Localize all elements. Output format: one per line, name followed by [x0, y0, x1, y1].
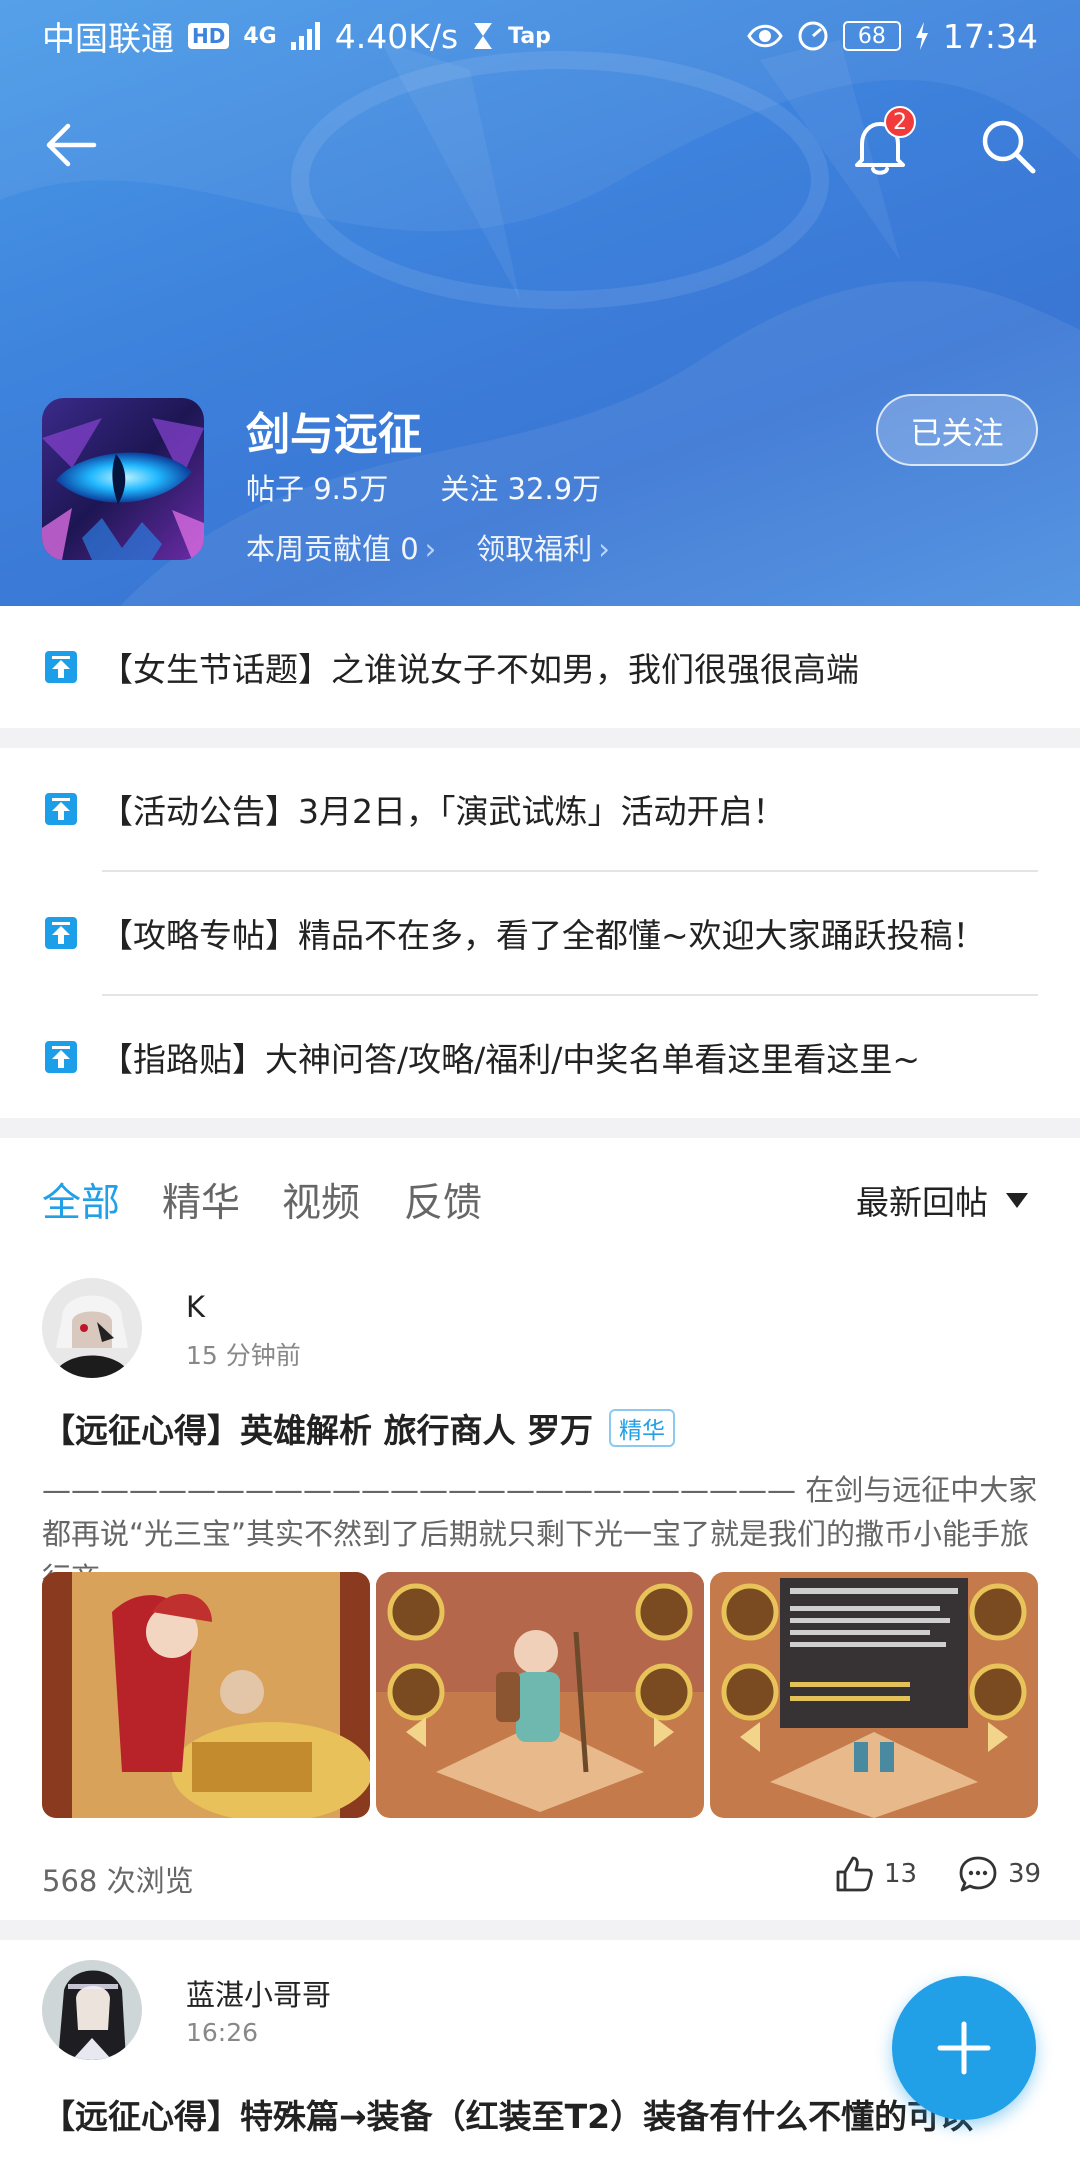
forum-header: 中国联通 HD 4G 4.40K/s Tap 68 17:34 2 剑与远征 帖…: [0, 0, 1080, 606]
post-title[interactable]: 【远征心得】特殊篇→装备（红装至T2）装备有什么不懂的可以: [42, 2090, 973, 2138]
pinned-item[interactable]: 【活动公告】3月2日，「演武试炼」活动开启！: [0, 748, 1080, 870]
signal-icon: [290, 22, 320, 50]
chevron-right-icon: ›: [598, 532, 610, 566]
forum-name: 剑与远征: [246, 409, 422, 460]
game-art-image: [376, 1572, 704, 1818]
pinned-topic-list: 【活动公告】3月2日，「演武试炼」活动开启！ 【攻略专帖】精品不在多，看了全都懂…: [0, 748, 1080, 1118]
thumbs-up-icon: [836, 1856, 873, 1892]
post-count: 帖子 9.5万: [246, 472, 389, 506]
featured-tag: 精华: [608, 1409, 675, 1447]
eye-icon: [747, 24, 783, 48]
pin-top-icon: [45, 793, 77, 825]
dragon-eye-icon: [42, 398, 204, 560]
hourglass-icon: [474, 23, 493, 49]
status-bar: 中国联通 HD 4G 4.40K/s Tap 68 17:34: [0, 0, 1080, 72]
post-image[interactable]: [42, 1572, 370, 1818]
welfare-label: 领取福利: [476, 532, 593, 566]
back-arrow-icon: [46, 123, 97, 167]
notification-button[interactable]: 2: [842, 106, 918, 186]
new-post-button[interactable]: [892, 1976, 1036, 2120]
post-title[interactable]: 【远征心得】英雄解析 旅行商人 罗万 精华: [42, 1404, 675, 1452]
pinned-title: 【攻略专帖】精品不在多，看了全都懂~欢迎大家踊跃投稿！: [100, 916, 986, 955]
sort-label: 最新回帖: [856, 1183, 988, 1222]
network-label: 4G: [243, 23, 277, 49]
welfare-link[interactable]: 领取福利 ›: [476, 526, 610, 568]
post-image[interactable]: [710, 1572, 1038, 1818]
top-nav: 2: [0, 100, 1080, 190]
pin-top-icon: [45, 917, 77, 949]
post-separator: [0, 1920, 1080, 1940]
author-name[interactable]: 蓝湛小哥哥: [186, 1972, 331, 2014]
charging-icon: [915, 22, 928, 50]
back-button[interactable]: [36, 110, 106, 180]
chevron-right-icon: ›: [424, 532, 437, 566]
avatar[interactable]: [42, 1278, 142, 1378]
avatar-image: [42, 1960, 142, 2060]
forum-stats: 帖子 9.5万 关注 32.9万: [246, 466, 601, 508]
game-art-image: [710, 1572, 1038, 1818]
weekly-contribution-label: 本周贡献值 0: [246, 532, 419, 566]
dropdown-triangle-icon: [1006, 1192, 1028, 1208]
tab-video[interactable]: 视频: [282, 1172, 360, 1228]
follower-count: 关注 32.9万: [440, 472, 602, 506]
plus-icon: [937, 2021, 991, 2075]
feed-tabs: 全部 精华 视频 反馈 最新回帖: [0, 1138, 1080, 1258]
tap-label: Tap: [508, 23, 551, 49]
pinned-title: 【指路贴】大神问答/攻略/福利/中奖名单看这里看这里~: [100, 1040, 921, 1079]
pinned-item[interactable]: 【女生节话题】之谁说女子不如男，我们很强很高端: [0, 606, 1080, 728]
tab-all[interactable]: 全部: [42, 1172, 120, 1228]
view-count: 568 次浏览: [42, 1864, 194, 1898]
carrier-label: 中国联通: [42, 19, 174, 58]
game-art-image: [42, 1572, 370, 1818]
post-time: 15 分钟前: [186, 1341, 301, 1370]
follow-button[interactable]: 已关注: [876, 394, 1038, 466]
hd-badge: HD: [188, 23, 230, 49]
pinned-item[interactable]: 【攻略专帖】精品不在多，看了全都懂~欢迎大家踊跃投稿！: [0, 872, 1080, 994]
post-title-text: 【远征心得】英雄解析 旅行商人 罗万: [42, 1411, 593, 1450]
avatar-image: [42, 1278, 142, 1378]
tab-feedback[interactable]: 反馈: [404, 1172, 482, 1228]
like-button[interactable]: 13: [834, 1854, 917, 1894]
search-button[interactable]: [970, 106, 1046, 186]
comment-count: 39: [1008, 1859, 1042, 1889]
battery-indicator: 68: [842, 21, 901, 51]
comment-icon: [959, 1856, 997, 1892]
weekly-contribution-link[interactable]: 本周贡献值 0 ›: [246, 526, 436, 568]
forum-game-icon[interactable]: [42, 398, 204, 560]
comment-button[interactable]: 39: [958, 1854, 1041, 1894]
avatar[interactable]: [42, 1960, 142, 2060]
network-speed: 4.40K/s: [334, 16, 459, 56]
pin-top-icon: [45, 651, 77, 683]
post-images: [42, 1572, 1038, 1818]
speedometer-icon: [798, 21, 828, 51]
forum-links: 本周贡献值 0 › 领取福利 ›: [246, 526, 610, 568]
sort-dropdown[interactable]: 最新回帖: [856, 1176, 1028, 1224]
post-time: 16:26: [186, 2018, 259, 2047]
author-name[interactable]: K: [186, 1290, 205, 1324]
pinned-item[interactable]: 【指路贴】大神问答/攻略/福利/中奖名单看这里看这里~: [0, 996, 1080, 1118]
notification-count-badge: 2: [884, 106, 916, 138]
post-image[interactable]: [376, 1572, 704, 1818]
pinned-topic-box: 【女生节话题】之谁说女子不如男，我们很强很高端: [0, 606, 1080, 728]
like-count: 13: [884, 1859, 918, 1889]
search-icon: [982, 120, 1036, 174]
tab-featured[interactable]: 精华: [162, 1172, 240, 1228]
pinned-title: 【女生节话题】之谁说女子不如男，我们很强很高端: [100, 650, 859, 689]
pin-top-icon: [45, 1041, 77, 1073]
pinned-title: 【活动公告】3月2日，「演武试炼」活动开启！: [100, 792, 786, 831]
forum-page: 中国联通 HD 4G 4.40K/s Tap 68 17:34 2 剑与远征 帖…: [0, 0, 1080, 2160]
clock: 17:34: [942, 16, 1038, 56]
